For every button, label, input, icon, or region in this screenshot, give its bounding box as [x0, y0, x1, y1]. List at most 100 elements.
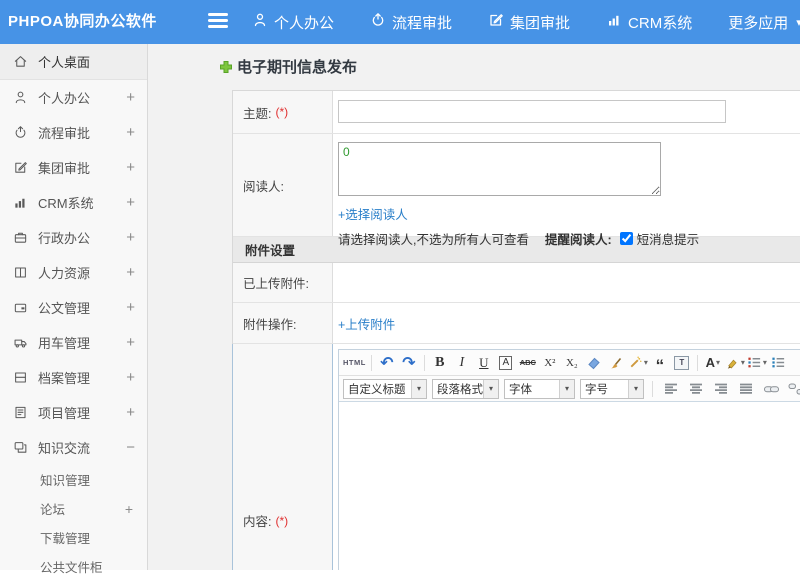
undo-icon[interactable]: ↶	[377, 353, 397, 373]
nav-personal-office[interactable]: 个人办公	[252, 12, 334, 33]
italic-button[interactable]: I	[452, 353, 472, 373]
app-logo: PHPOA协同办公软件	[8, 0, 157, 44]
expand-plus-icon[interactable]: +	[126, 124, 135, 141]
sidebar-subitem-download-mgmt[interactable]: 下载管理	[0, 523, 147, 552]
eraser-icon[interactable]	[584, 353, 604, 373]
expand-plus-icon[interactable]: +	[126, 334, 135, 351]
expand-plus-icon[interactable]: +	[126, 194, 135, 211]
uploaded-attachments-label: 已上传附件:	[243, 273, 309, 292]
publish-form: 主题: (*) 阅读人: 0 +选择阅读人 请选择阅读人,不选为所有人可查看 提…	[232, 90, 800, 570]
caret-down-icon: ▾	[716, 358, 720, 367]
font-family-select[interactable]: 字体 ▾	[504, 379, 575, 399]
book-icon	[13, 265, 29, 280]
subscript-button[interactable]: X₂	[562, 353, 582, 373]
expand-plus-icon[interactable]: +	[126, 369, 135, 386]
bold-button[interactable]: B	[430, 353, 450, 373]
align-justify-icon[interactable]	[736, 379, 756, 399]
user-icon	[13, 90, 29, 105]
sidebar-subitem-knowledge-mgmt[interactable]: 知识管理	[0, 465, 147, 494]
align-left-icon[interactable]	[661, 379, 681, 399]
html-source-button[interactable]: HTML	[343, 353, 366, 373]
sidebar-subitem-label: 下载管理	[40, 528, 90, 547]
bar-chart-icon	[13, 195, 29, 210]
superscript-button[interactable]: X²	[540, 353, 560, 373]
underline-button[interactable]: U	[474, 353, 494, 373]
sidebar-item-project-mgmt[interactable]: 项目管理 +	[0, 395, 147, 430]
readers-textarea[interactable]: 0	[338, 142, 661, 196]
sidebar-item-crm[interactable]: CRM系统 +	[0, 185, 147, 220]
nav-label: 个人办公	[274, 12, 334, 33]
font-color-button[interactable]: A▾	[703, 353, 723, 373]
sidebar-item-knowledge-exchange[interactable]: 知识交流 −	[0, 430, 147, 465]
caret-down-icon: ▾	[483, 380, 498, 398]
expand-plus-icon[interactable]: +	[126, 264, 135, 281]
sidebar-item-label: 档案管理	[38, 368, 90, 387]
readers-row: 阅读人: 0 +选择阅读人 请选择阅读人,不选为所有人可查看 提醒阅读人: 短消…	[233, 134, 800, 237]
font-style-button[interactable]: A	[499, 356, 512, 370]
nav-more-apps[interactable]: 更多应用 ▾	[728, 12, 800, 33]
collapse-minus-icon[interactable]: −	[126, 439, 135, 456]
bullet-list-icon[interactable]	[769, 353, 789, 373]
expand-plus-icon[interactable]: +	[126, 229, 135, 246]
caret-down-icon: ▾	[628, 380, 643, 398]
ordered-list-icon[interactable]: ▾	[747, 353, 767, 373]
sidebar-item-personal-office[interactable]: 个人办公 +	[0, 80, 147, 115]
page-title: 电子期刊信息发布	[218, 56, 357, 77]
redo-icon[interactable]: ↷	[399, 353, 419, 373]
content-row: 内容: (*) HTML ↶ ↷ B I U A	[232, 344, 800, 570]
caret-down-icon: ▾	[796, 16, 800, 29]
menu-toggle-icon[interactable]	[208, 13, 228, 31]
edit-icon	[488, 12, 504, 32]
paste-text-icon[interactable]: T	[674, 356, 689, 370]
sidebar-item-hr[interactable]: 人力资源 +	[0, 255, 147, 290]
expand-plus-icon[interactable]: +	[125, 501, 133, 517]
nav-group-approval[interactable]: 集团审批	[488, 12, 570, 33]
sidebar-item-vehicle-mgmt[interactable]: 用车管理 +	[0, 325, 147, 360]
project-icon	[13, 405, 29, 420]
font-size-select[interactable]: 字号 ▾	[580, 379, 644, 399]
insert-link-icon[interactable]	[761, 379, 781, 399]
magic-wand-icon[interactable]: ▾	[628, 353, 648, 373]
uploaded-label-cell: 已上传附件:	[233, 263, 333, 302]
sidebar-item-admin-office[interactable]: 行政办公 +	[0, 220, 147, 255]
editor-content-area[interactable]	[339, 402, 800, 570]
sidebar: 个人桌面 个人办公 + 流程审批 + 集团审批 + CRM系统 + 行政办公 +…	[0, 44, 148, 570]
nav-label: 集团审批	[510, 12, 570, 33]
sidebar-item-desktop[interactable]: 个人桌面	[0, 44, 147, 80]
sidebar-subitem-label: 知识管理	[40, 470, 90, 489]
expand-plus-icon[interactable]: +	[126, 299, 135, 316]
sidebar-item-label: 项目管理	[38, 403, 90, 422]
strikethrough-button[interactable]: ABC	[518, 353, 538, 373]
sidebar-subitem-forum[interactable]: 论坛 +	[0, 494, 147, 523]
blockquote-icon[interactable]: “	[650, 353, 670, 373]
sidebar-item-label: 公文管理	[38, 298, 90, 317]
expand-plus-icon[interactable]: +	[126, 404, 135, 421]
format-brush-icon[interactable]	[606, 353, 626, 373]
expand-plus-icon[interactable]: +	[126, 159, 135, 176]
required-mark: (*)	[275, 514, 288, 528]
sidebar-item-workflow-approval[interactable]: 流程审批 +	[0, 115, 147, 150]
expand-plus-icon[interactable]: +	[126, 89, 135, 106]
remove-link-icon[interactable]	[786, 379, 800, 399]
uploaded-attachments-row: 已上传附件:	[233, 263, 800, 303]
align-center-icon[interactable]	[686, 379, 706, 399]
subject-input[interactable]	[338, 100, 726, 123]
content-label-cell: 内容: (*)	[233, 344, 333, 570]
select-readers-link[interactable]: +选择阅读人	[338, 204, 408, 223]
sidebar-subitem-public-cabinet[interactable]: 公共文件柜	[0, 552, 147, 581]
paragraph-format-select[interactable]: 段落格式 ▾	[432, 379, 499, 399]
upload-attachment-link[interactable]: +上传附件	[338, 314, 395, 333]
custom-heading-select[interactable]: 自定义标题 ▾	[343, 379, 427, 399]
sms-notify-checkbox[interactable]	[620, 232, 633, 245]
content-label: 内容:	[243, 511, 271, 530]
main-content: 电子期刊信息发布 主题: (*) 阅读人: 0 +选择阅读人	[148, 44, 800, 570]
sidebar-item-document-mgmt[interactable]: 公文管理 +	[0, 290, 147, 325]
readers-label-cell: 阅读人:	[233, 134, 333, 236]
nav-workflow-approval[interactable]: 流程审批	[370, 12, 452, 33]
readers-value-cell: 0 +选择阅读人 请选择阅读人,不选为所有人可查看 提醒阅读人: 短消息提示	[333, 134, 800, 236]
sidebar-item-archive-mgmt[interactable]: 档案管理 +	[0, 360, 147, 395]
align-right-icon[interactable]	[711, 379, 731, 399]
highlight-pen-icon[interactable]: ▾	[725, 353, 745, 373]
sidebar-item-group-approval[interactable]: 集团审批 +	[0, 150, 147, 185]
nav-crm-system[interactable]: CRM系统	[606, 12, 692, 33]
